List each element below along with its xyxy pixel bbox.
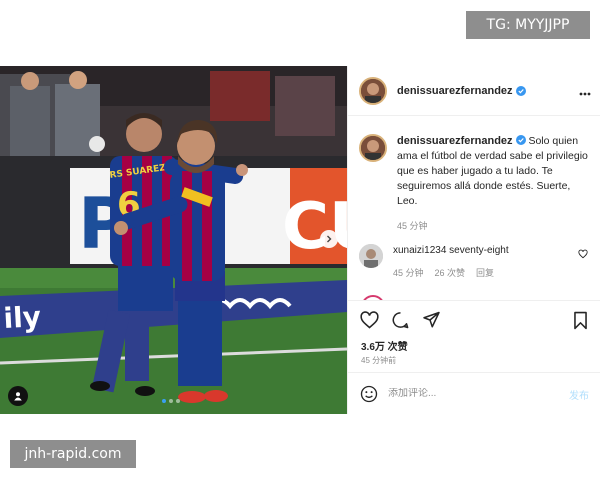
tagged-users-button[interactable] (8, 386, 28, 406)
post-photo-image: PS CU ily RS SUAREZ 6 (0, 66, 347, 414)
action-icons (360, 311, 441, 329)
comment-time: 45 分钟 (393, 268, 424, 278)
post-timestamp: 45 分钟前 (361, 356, 397, 365)
carousel-dot-active (162, 399, 166, 403)
comment-reply-button[interactable]: 回复 (476, 266, 494, 280)
post-photo: PS CU ily RS SUAREZ 6 (0, 66, 347, 414)
comment-like-count[interactable]: 26 次赞 (435, 266, 466, 280)
comment-like-heart-icon[interactable] (578, 249, 588, 259)
comment-meta: 45 分钟 26 次赞 回复 (393, 266, 509, 280)
caption-body: denissuarezfernandez Solo quien ama el f… (397, 134, 591, 234)
more-options-button[interactable] (579, 83, 591, 99)
comment-item: xunaizi1234 seventy-eight 45 分钟 26 次赞 回复 (359, 244, 591, 280)
watermark-top: TG: MYYJJPP (466, 11, 590, 39)
post-detail-panel: denissuarezfernandez denissuarezfernande… (347, 66, 600, 414)
carousel-dot (176, 399, 180, 403)
add-comment-bar: 发布 (348, 372, 600, 414)
ad-banner-text: ily (3, 300, 42, 335)
caption-time: 45 分钟 (397, 221, 428, 231)
caption-avatar[interactable] (359, 134, 387, 162)
share-paper-plane-icon[interactable] (422, 311, 441, 329)
board-text-right: CU (282, 190, 347, 264)
emoji-icon[interactable] (360, 385, 378, 403)
watermark-bottom: jnh-rapid.com (10, 440, 136, 468)
commenter-username[interactable]: xunaizi1234 (393, 245, 446, 256)
caption-username[interactable]: denissuarezfernandez (397, 135, 513, 147)
comment-bubble-icon[interactable] (391, 311, 410, 329)
commenter-avatar[interactable] (359, 244, 383, 268)
verified-badge-icon (515, 135, 526, 145)
carousel-next-button[interactable] (320, 230, 338, 248)
like-count[interactable]: 3.6万 次赞 (361, 338, 408, 353)
post-header: denissuarezfernandez (348, 66, 600, 116)
instagram-post: PS CU ily RS SUAREZ 6 (0, 66, 600, 414)
post-actions: 3.6万 次赞 45 分钟前 (348, 300, 600, 372)
comment-body: xunaizi1234 seventy-eight 45 分钟 26 次赞 回复 (393, 244, 509, 280)
more-horizontal-icon (579, 92, 591, 96)
post-caption: denissuarezfernandez Solo quien ama el f… (359, 134, 591, 234)
like-heart-icon[interactable] (360, 311, 379, 329)
bookmark-icon[interactable] (572, 311, 589, 330)
carousel-indicator (162, 399, 180, 403)
author-username[interactable]: denissuarezfernandez (397, 85, 513, 97)
comment-input[interactable] (388, 388, 548, 399)
author-avatar[interactable] (359, 76, 387, 105)
chevron-right-icon (327, 235, 332, 243)
comment-text: seventy-eight (449, 245, 509, 256)
user-icon (14, 392, 22, 401)
verified-badge-icon (515, 85, 526, 96)
post-comment-button[interactable]: 发布 (569, 387, 589, 402)
carousel-dot (169, 399, 173, 403)
